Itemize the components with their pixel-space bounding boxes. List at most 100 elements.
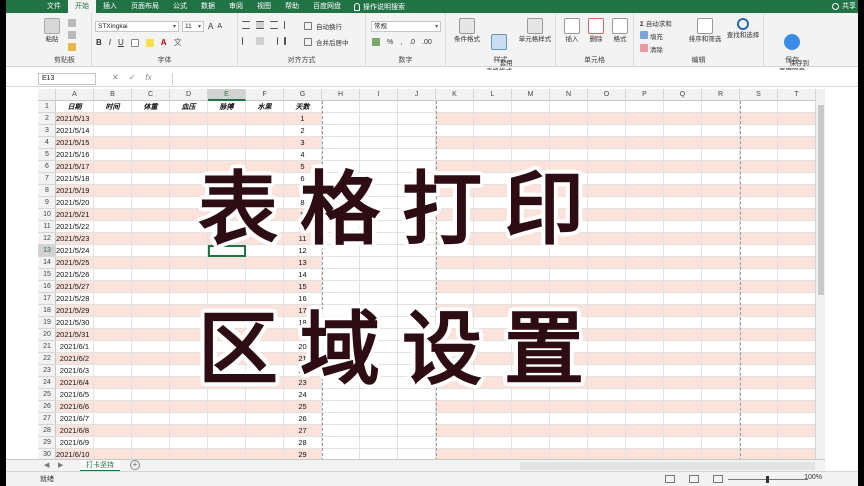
insert-cells-button[interactable]: 插入: [562, 18, 582, 44]
cell-A24[interactable]: 2021/6/4: [56, 377, 94, 388]
cell-T15[interactable]: [778, 269, 816, 280]
cell-I21[interactable]: [360, 341, 398, 352]
cell-H23[interactable]: [322, 365, 360, 376]
cell-K4[interactable]: [436, 137, 474, 148]
cell-P26[interactable]: [626, 401, 664, 412]
cell-H5[interactable]: [322, 149, 360, 160]
cell-C11[interactable]: [132, 221, 170, 232]
cell-E10[interactable]: [208, 209, 246, 220]
cell-D13[interactable]: [170, 245, 208, 256]
cell-K14[interactable]: [436, 257, 474, 268]
paste-button[interactable]: 粘贴: [44, 18, 60, 44]
cell-E24[interactable]: [208, 377, 246, 388]
zoom-knob[interactable]: [766, 476, 769, 483]
cell-S3[interactable]: [740, 125, 778, 136]
cell-F4[interactable]: [246, 137, 284, 148]
cell-S29[interactable]: [740, 437, 778, 448]
cell-G10[interactable]: 9: [284, 209, 322, 220]
cell-F2[interactable]: [246, 113, 284, 124]
cell-N26[interactable]: [550, 401, 588, 412]
cell-C25[interactable]: [132, 389, 170, 400]
cell-G17[interactable]: 16: [284, 293, 322, 304]
cell-L22[interactable]: [474, 353, 512, 364]
cell-G13[interactable]: 12: [284, 245, 322, 256]
copy-icon[interactable]: [68, 31, 76, 39]
cell-B11[interactable]: [94, 221, 132, 232]
cell-T5[interactable]: [778, 149, 816, 160]
cell-Q20[interactable]: [664, 329, 702, 340]
cell-F5[interactable]: [246, 149, 284, 160]
row-header[interactable]: 13: [38, 245, 56, 257]
cell-N7[interactable]: [550, 173, 588, 184]
cell-B23[interactable]: [94, 365, 132, 376]
cell-M3[interactable]: [512, 125, 550, 136]
cell-H9[interactable]: [322, 197, 360, 208]
cell-B19[interactable]: [94, 317, 132, 328]
percent-icon[interactable]: %: [387, 39, 393, 46]
cell-C16[interactable]: [132, 281, 170, 292]
cell-E1[interactable]: 脉搏: [208, 101, 246, 112]
cell-S12[interactable]: [740, 233, 778, 244]
cell-T11[interactable]: [778, 221, 816, 232]
cell-M12[interactable]: [512, 233, 550, 244]
cell-J21[interactable]: [398, 341, 436, 352]
cell-R9[interactable]: [702, 197, 740, 208]
cell-A23[interactable]: 2021/6/3: [56, 365, 94, 376]
cell-C13[interactable]: [132, 245, 170, 256]
cell-G23[interactable]: 22: [284, 365, 322, 376]
cell-L24[interactable]: [474, 377, 512, 388]
row-header[interactable]: 29: [38, 437, 56, 449]
cell-N5[interactable]: [550, 149, 588, 160]
cell-P22[interactable]: [626, 353, 664, 364]
cell-O23[interactable]: [588, 365, 626, 376]
cell-J16[interactable]: [398, 281, 436, 292]
cell-P28[interactable]: [626, 425, 664, 436]
cell-C3[interactable]: [132, 125, 170, 136]
sort-filter-button[interactable]: 排序和筛选: [686, 18, 724, 44]
cell-F25[interactable]: [246, 389, 284, 400]
cell-Q22[interactable]: [664, 353, 702, 364]
cell-E9[interactable]: [208, 197, 246, 208]
cell-C9[interactable]: [132, 197, 170, 208]
cell-P15[interactable]: [626, 269, 664, 280]
cell-G27[interactable]: 26: [284, 413, 322, 424]
ribbon-tab-4[interactable]: 公式: [166, 0, 194, 13]
cell-N30[interactable]: [550, 449, 588, 459]
column-header-I[interactable]: I: [360, 89, 398, 101]
cell-H20[interactable]: [322, 329, 360, 340]
cell-C6[interactable]: [132, 161, 170, 172]
cell-L7[interactable]: [474, 173, 512, 184]
cell-L16[interactable]: [474, 281, 512, 292]
add-sheet-icon[interactable]: +: [130, 460, 140, 470]
cell-I7[interactable]: [360, 173, 398, 184]
cell-D16[interactable]: [170, 281, 208, 292]
cell-Q26[interactable]: [664, 401, 702, 412]
cell-C22[interactable]: [132, 353, 170, 364]
cell-L14[interactable]: [474, 257, 512, 268]
cell-S15[interactable]: [740, 269, 778, 280]
cell-B22[interactable]: [94, 353, 132, 364]
cell-A2[interactable]: 2021/5/13: [56, 113, 94, 124]
cell-R20[interactable]: [702, 329, 740, 340]
cell-H6[interactable]: [322, 161, 360, 172]
cell-R22[interactable]: [702, 353, 740, 364]
cell-F9[interactable]: [246, 197, 284, 208]
page-layout-icon[interactable]: [689, 475, 699, 483]
scroll-thumb[interactable]: [818, 105, 824, 295]
cell-A28[interactable]: 2021/6/8: [56, 425, 94, 436]
cell-P12[interactable]: [626, 233, 664, 244]
cell-M22[interactable]: [512, 353, 550, 364]
cell-L5[interactable]: [474, 149, 512, 160]
cell-I12[interactable]: [360, 233, 398, 244]
cell-K15[interactable]: [436, 269, 474, 280]
cell-J10[interactable]: [398, 209, 436, 220]
cell-O28[interactable]: [588, 425, 626, 436]
cell-S2[interactable]: [740, 113, 778, 124]
row-header[interactable]: 16: [38, 281, 56, 293]
cell-Q17[interactable]: [664, 293, 702, 304]
cell-J26[interactable]: [398, 401, 436, 412]
cell-P9[interactable]: [626, 197, 664, 208]
cell-L10[interactable]: [474, 209, 512, 220]
cell-K30[interactable]: [436, 449, 474, 459]
cell-N18[interactable]: [550, 305, 588, 316]
